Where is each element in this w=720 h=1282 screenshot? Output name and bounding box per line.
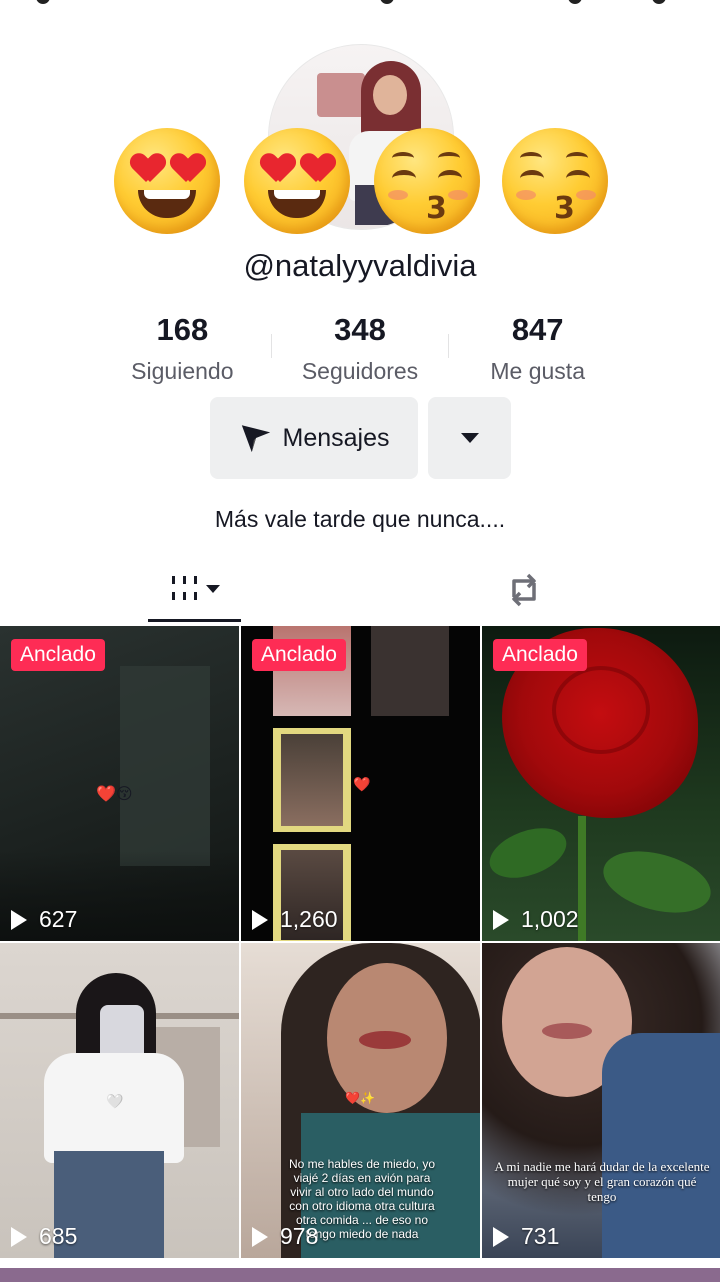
- view-count-value: 627: [39, 906, 78, 932]
- view-count: 1,260: [252, 906, 338, 933]
- more-options-button[interactable]: [428, 397, 511, 479]
- profile-tabs: [0, 556, 720, 624]
- emoji-row: 3 3: [0, 124, 720, 236]
- pinned-badge: Anclado: [11, 639, 105, 671]
- send-icon: [241, 425, 270, 453]
- video-tile[interactable]: ❤️😚 Anclado 627: [0, 626, 239, 941]
- view-count-value: 731: [521, 1223, 560, 1249]
- heart-eyes-emoji-icon: [114, 128, 220, 234]
- heart-eyes-emoji-icon: [244, 128, 350, 234]
- view-count-value: 1,260: [280, 906, 338, 932]
- tab-active-indicator: [148, 619, 241, 622]
- view-count: 731: [493, 1223, 559, 1250]
- play-icon: [493, 909, 509, 930]
- pinned-badge: Anclado: [252, 639, 346, 671]
- pinned-badge: Anclado: [493, 639, 587, 671]
- view-count: 978: [252, 1223, 318, 1250]
- status-bar-clipped: [0, 0, 720, 10]
- tab-videos[interactable]: [148, 556, 241, 622]
- next-row-preview: [0, 1268, 720, 1282]
- play-icon: [11, 909, 27, 930]
- repost-icon: [512, 573, 536, 607]
- view-count: 1,002: [493, 906, 579, 933]
- profile-bio: Más vale tarde que nunca....: [214, 506, 506, 532]
- messages-button-label: Mensajes: [282, 423, 390, 452]
- play-icon: [252, 909, 268, 930]
- stat-followers[interactable]: 348 Seguidores: [272, 310, 449, 390]
- video-tile[interactable]: ❤️✨ No me hables de miedo, yo viajé 2 dí…: [241, 943, 480, 1258]
- video-tile[interactable]: ❤️ Anclado 1,260: [241, 626, 480, 941]
- view-count: 685: [11, 1223, 77, 1250]
- video-caption: A mi nadie me hará dudar de la excelente…: [494, 1159, 710, 1204]
- video-tile[interactable]: Anclado 1,002: [482, 626, 720, 941]
- messages-button[interactable]: Mensajes: [210, 397, 418, 479]
- chevron-down-icon: [205, 585, 220, 593]
- stat-likes[interactable]: 847 Me gusta: [449, 310, 626, 390]
- stat-following[interactable]: 168 Siguiendo: [94, 310, 271, 390]
- stat-following-count: 168: [156, 312, 209, 347]
- chevron-down-icon: [460, 433, 479, 443]
- stat-likes-label: Me gusta: [490, 358, 585, 384]
- play-icon: [252, 1226, 268, 1247]
- kissing-emoji-icon: 3: [502, 128, 608, 234]
- profile-username: @natalyyvaldivia: [243, 248, 477, 283]
- stat-following-label: Siguiendo: [131, 358, 234, 384]
- play-icon: [493, 1226, 509, 1247]
- tab-reposts[interactable]: [492, 560, 556, 618]
- profile-stats: 168 Siguiendo 348 Seguidores 847 Me gust…: [94, 310, 626, 390]
- kissing-emoji-icon: 3: [374, 128, 480, 234]
- play-icon: [11, 1226, 27, 1247]
- view-count: 627: [11, 906, 77, 933]
- video-tile[interactable]: 🤍 685: [0, 943, 239, 1258]
- stat-followers-count: 348: [334, 312, 386, 347]
- stat-followers-label: Seguidores: [301, 358, 419, 384]
- video-tile[interactable]: A mi nadie me hará dudar de la excelente…: [482, 943, 720, 1258]
- grid-icon: [170, 572, 200, 606]
- stat-likes-count: 847: [511, 312, 564, 347]
- view-count-value: 978: [280, 1223, 319, 1249]
- view-count-value: 1,002: [521, 906, 579, 932]
- view-count-value: 685: [39, 1223, 78, 1249]
